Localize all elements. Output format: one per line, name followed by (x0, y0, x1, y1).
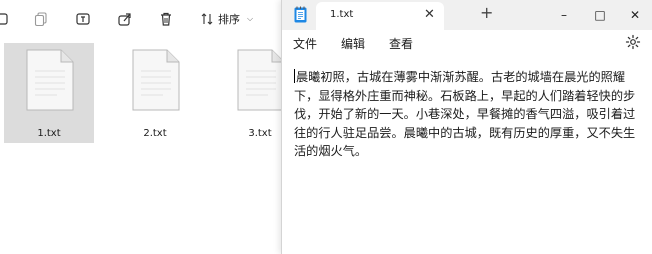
text-editor[interactable]: 晨曦初照，古城在薄雾中渐渐苏醒。古老的城墙在晨光的照耀下，显得格外庄重而神秘。石… (294, 68, 647, 248)
delete-icon[interactable] (155, 8, 177, 30)
sort-button[interactable]: 排序 ⌵ (200, 9, 253, 29)
file-item[interactable]: 1.txt (4, 43, 94, 143)
maximize-button[interactable]: □ (582, 0, 618, 30)
file-name: 1.txt (37, 128, 61, 139)
gear-icon[interactable] (625, 34, 641, 50)
copy-icon[interactable] (30, 8, 52, 30)
close-tab-icon[interactable]: ✕ (424, 8, 435, 22)
file-name: 2.txt (143, 128, 167, 139)
rename-icon[interactable] (72, 8, 94, 30)
new-tab-button[interactable]: + (480, 4, 493, 22)
menu-edit[interactable]: 编辑 (341, 35, 365, 52)
close-button[interactable]: ✕ (617, 0, 652, 30)
chevron-down-icon: ⌵ (247, 14, 254, 23)
text-file-icon (132, 49, 180, 111)
menu-view[interactable]: 查看 (389, 35, 413, 52)
file-item[interactable]: 2.txt (110, 43, 200, 143)
menu-file[interactable]: 文件 (293, 35, 317, 52)
minimize-button[interactable]: – (546, 0, 582, 30)
text-caret (294, 69, 295, 83)
sort-icon (201, 13, 213, 25)
title-bar[interactable]: 1.txt ✕ + – □ ✕ (282, 0, 652, 30)
tab-title: 1.txt (330, 9, 354, 20)
share-icon[interactable] (114, 8, 136, 30)
tab-1-txt[interactable]: 1.txt ✕ (316, 2, 444, 30)
notepad-window: 1.txt ✕ + – □ ✕ 文件 编辑 查看 晨曦初照，古城在薄雾中渐渐苏醒… (281, 0, 652, 254)
sort-label: 排序 (218, 13, 240, 26)
menu-bar: 文件 编辑 查看 (282, 30, 652, 56)
notepad-app-icon (294, 6, 307, 23)
text-file-icon (26, 49, 74, 111)
editor-content: 晨曦初照，古城在薄雾中渐渐苏醒。古老的城墙在晨光的照耀下，显得格外庄重而神秘。石… (294, 70, 636, 159)
new-item-icon[interactable] (0, 8, 13, 30)
text-file-icon (237, 49, 285, 111)
